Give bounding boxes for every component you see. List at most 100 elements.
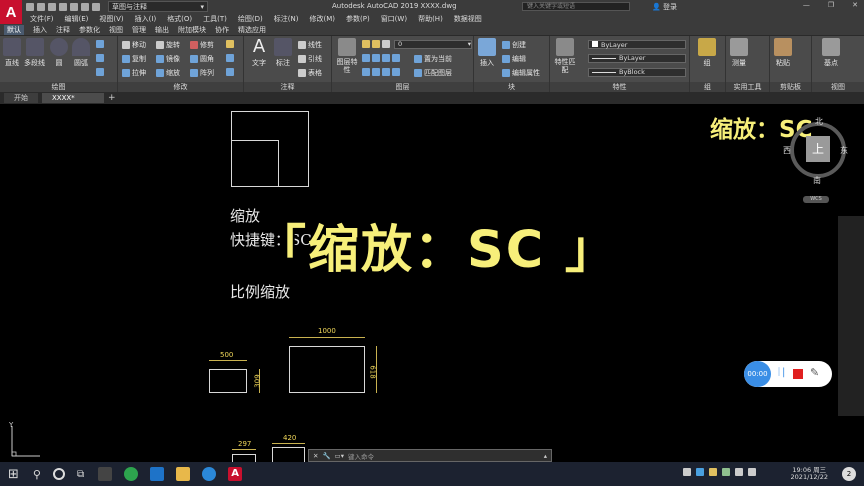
command-input[interactable]: 键入命令 (348, 451, 374, 461)
system-clock[interactable]: 19:06 周三 2021/12/22 (791, 467, 828, 481)
open-file-icon[interactable] (37, 2, 45, 11)
edit-attribute-button[interactable]: 编辑属性 (502, 68, 540, 78)
create-block-button[interactable]: 创建 (502, 40, 526, 50)
layer-state-icons[interactable] (362, 40, 390, 48)
viewcube-top-face[interactable]: 上 (806, 136, 830, 162)
polyline-button[interactable]: 多段线 (24, 38, 45, 68)
close-button[interactable]: ✕ (852, 1, 858, 9)
circle-button[interactable]: 圆 (50, 38, 68, 68)
copy-button[interactable]: 复制 (122, 54, 146, 64)
move-button[interactable]: 移动 (122, 40, 146, 50)
leader-button[interactable]: 引线 (298, 54, 322, 64)
audio-level-icon[interactable]: ᛁ| (776, 367, 785, 378)
print-icon[interactable] (70, 2, 78, 11)
lineweight-dropdown[interactable]: ByBlock (588, 68, 686, 77)
quick-access-toolbar[interactable] (26, 2, 100, 11)
linetype-dropdown[interactable]: ByLayer (588, 54, 686, 63)
tab-output[interactable]: 输出 (155, 25, 169, 35)
workspace-selector[interactable]: 草图与注释 ▾ (108, 1, 208, 12)
table-button[interactable]: 表格 (298, 68, 322, 78)
menu-insert[interactable]: 插入(I) (135, 14, 157, 24)
group-button[interactable]: 组 (698, 38, 716, 68)
redo-icon[interactable] (92, 2, 100, 11)
login-button[interactable]: 👤 登录 (652, 2, 677, 12)
menu-format[interactable]: 格式(O) (167, 14, 192, 24)
menu-view[interactable]: 视图(V) (99, 14, 123, 24)
tab-addins[interactable]: 附加模块 (178, 25, 206, 35)
fillet-button[interactable]: 圆角 (190, 54, 214, 64)
new-file-icon[interactable] (26, 2, 34, 11)
text-button[interactable]: A 文字 (250, 38, 268, 68)
layer-dropdown[interactable]: 0 ▾ (394, 40, 472, 49)
tab-parametric[interactable]: 参数化 (79, 25, 100, 35)
region-tool[interactable] (96, 68, 104, 76)
edit-block-button[interactable]: 编辑 (502, 54, 526, 64)
scale-button[interactable]: 缩放 (156, 68, 180, 78)
menu-edit[interactable]: 编辑(E) (65, 14, 89, 24)
make-current-button[interactable]: 置为当前 (414, 54, 452, 64)
cortana-icon[interactable] (52, 468, 65, 480)
navigation-bar[interactable] (838, 216, 864, 416)
windows-start-icon[interactable]: ⊞ (8, 467, 19, 482)
file-explorer-icon[interactable] (176, 467, 191, 481)
maximize-button[interactable]: ❐ (828, 1, 834, 9)
measure-button[interactable]: 测量 (730, 38, 748, 68)
menu-file[interactable]: 文件(F) (30, 14, 54, 24)
match-layer-button[interactable]: 匹配图层 (414, 68, 452, 78)
search-input[interactable]: 键入关键字或短语 (522, 2, 630, 11)
menu-modify[interactable]: 修改(M) (309, 14, 335, 24)
notification-badge[interactable]: 2 (842, 467, 856, 481)
browser-icon[interactable] (202, 467, 217, 481)
tab-default[interactable]: 默认 (4, 24, 24, 35)
stop-record-icon[interactable] (793, 369, 803, 379)
offset-tool[interactable] (226, 68, 234, 76)
tab-collaborate[interactable]: 协作 (215, 25, 229, 35)
close-icon[interactable]: ✕ (313, 452, 318, 460)
menu-data-view[interactable]: 数据视图 (454, 14, 482, 24)
layer-tools-row2[interactable] (362, 68, 400, 76)
rectangle-tool[interactable] (96, 40, 104, 48)
command-line[interactable]: ✕ 🔧 ▭▾ 键入命令 ▴ (308, 449, 552, 462)
tray-icons[interactable] (683, 468, 756, 476)
menu-draw[interactable]: 绘图(D) (238, 14, 263, 24)
doc-tab-current[interactable]: XXXX* (42, 93, 104, 103)
insert-block-button[interactable]: 插入 (478, 38, 496, 68)
tab-view[interactable]: 视图 (109, 25, 123, 35)
tab-manage[interactable]: 管理 (132, 25, 146, 35)
line-button[interactable]: 直线 (3, 38, 21, 68)
tab-annotate[interactable]: 注释 (56, 25, 70, 35)
undo-icon[interactable] (81, 2, 89, 11)
tab-insert[interactable]: 插入 (33, 25, 47, 35)
dimension-button[interactable]: 标注 (274, 38, 292, 68)
explode-tool[interactable] (226, 54, 234, 62)
autocad-taskbar-icon[interactable]: A (228, 467, 243, 481)
pen-icon[interactable]: ✎ (810, 366, 819, 379)
task-view-icon[interactable]: ⧉ (77, 469, 84, 480)
chevron-up-icon[interactable]: ▴ (544, 452, 547, 460)
paste-button[interactable]: 粘贴 (774, 38, 792, 68)
app-icon-1[interactable] (98, 467, 113, 481)
base-point-button[interactable]: 基点 (822, 38, 840, 68)
menu-help[interactable]: 帮助(H) (418, 14, 443, 24)
match-properties-button[interactable]: 特性匹配 (554, 38, 576, 74)
linear-button[interactable]: 线性 (298, 40, 322, 50)
menu-dimension[interactable]: 标注(N) (274, 14, 299, 24)
layer-properties-button[interactable]: 图层特性 (336, 38, 358, 74)
tab-featured-apps[interactable]: 精选应用 (238, 25, 266, 35)
hatch-tool[interactable] (96, 54, 104, 62)
edge-icon[interactable] (124, 467, 139, 481)
minimize-button[interactable]: — (803, 1, 810, 9)
layer-tools-row1[interactable] (362, 54, 400, 62)
menu-tools[interactable]: 工具(T) (203, 14, 227, 24)
arc-button[interactable]: 圆弧 (72, 38, 90, 68)
stretch-button[interactable]: 拉伸 (122, 68, 146, 78)
menu-window[interactable]: 窗口(W) (381, 14, 407, 24)
menu-parametric[interactable]: 参数(P) (346, 14, 370, 24)
array-button[interactable]: 阵列 (190, 68, 214, 78)
doc-tab-start[interactable]: 开始 (4, 93, 38, 103)
mail-icon[interactable] (150, 467, 165, 481)
erase-tool[interactable] (226, 40, 234, 48)
save-as-icon[interactable] (59, 2, 67, 11)
wrench-icon[interactable]: 🔧 (322, 452, 330, 460)
save-icon[interactable] (48, 2, 56, 11)
